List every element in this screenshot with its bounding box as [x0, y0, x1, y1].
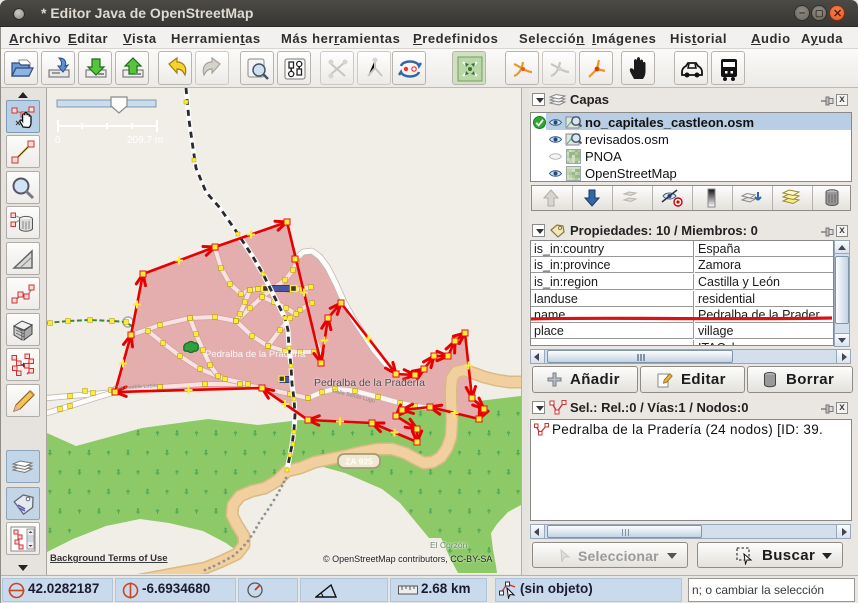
svg-text:© OpenStreetMap contributors,: © OpenStreetMap contributors, CC-BY-SA [323, 554, 492, 564]
svg-text:ZA 925: ZA 925 [345, 457, 373, 467]
svg-text:Pedralba de la Pradería: Pedralba de la Pradería [205, 349, 306, 360]
svg-text:El Corzón: El Corzón [430, 540, 468, 550]
svg-text:0: 0 [55, 135, 61, 146]
svg-text:Background Terms of Use: Background Terms of Use [50, 553, 168, 564]
svg-text:209.7 m: 209.7 m [127, 135, 163, 146]
svg-text:Pedralba de la Pradería: Pedralba de la Pradería [314, 377, 425, 389]
